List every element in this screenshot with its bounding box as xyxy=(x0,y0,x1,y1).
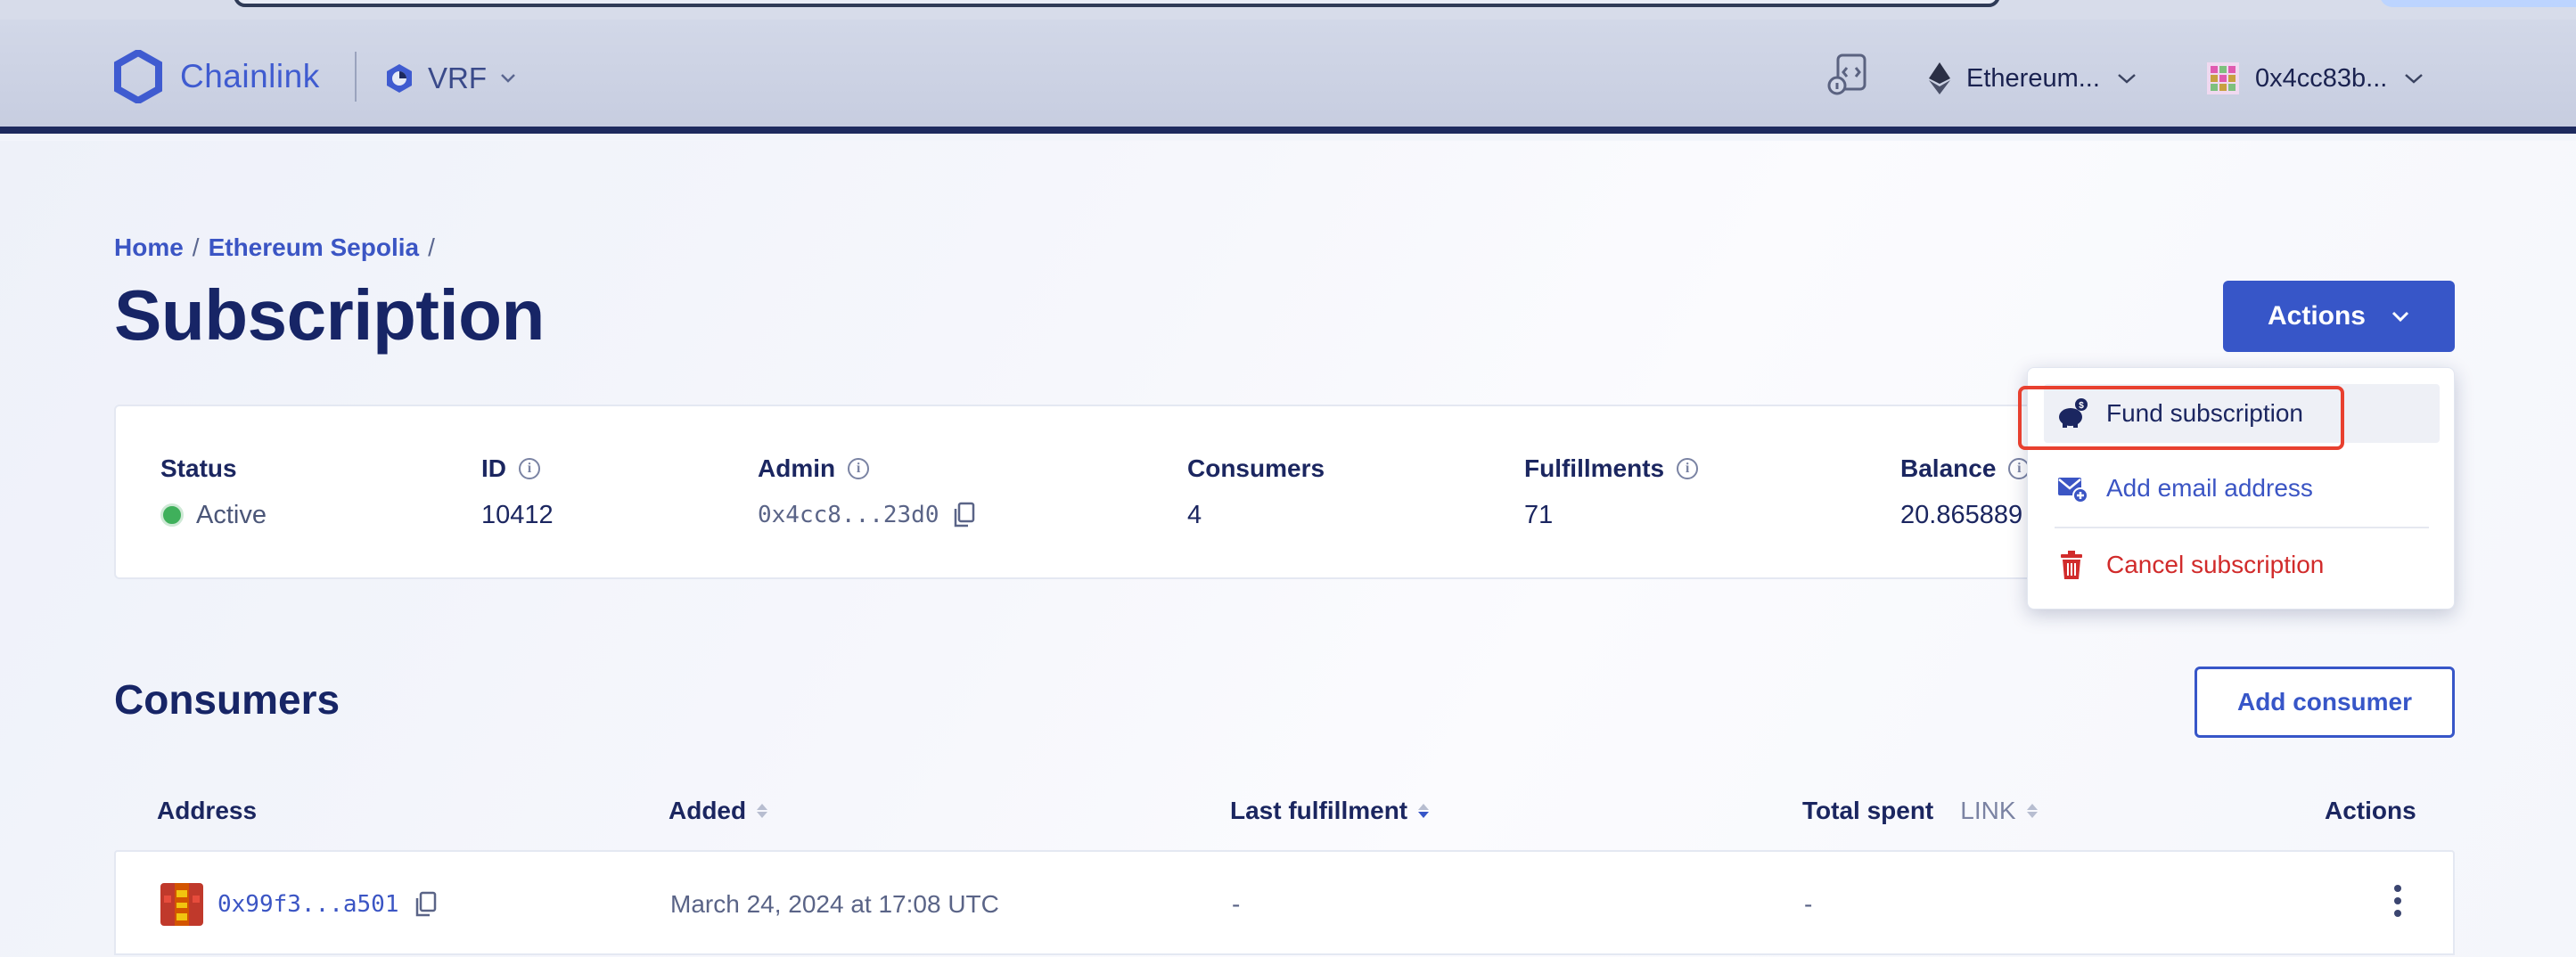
id-field: ID i 10412 xyxy=(481,453,554,531)
network-selector[interactable]: Ethereum... xyxy=(1929,55,2137,102)
breadcrumb-network[interactable]: Ethereum Sepolia xyxy=(209,233,420,262)
brand-logo[interactable]: Chainlink xyxy=(114,50,320,103)
table-row: 0x99f3...a501 March 24, 2024 at 17:08 UT… xyxy=(114,850,2455,955)
status-field: Status Active xyxy=(160,453,267,531)
cell-last-fulfillment: - xyxy=(1232,890,1241,918)
ethereum-icon xyxy=(1929,62,1950,94)
wallet-address: 0x4cc83b... xyxy=(2255,63,2388,93)
sort-icon[interactable] xyxy=(1418,804,1430,818)
network-name: Ethereum... xyxy=(1966,63,2100,93)
column-label: Added xyxy=(669,797,747,824)
column-label: Total spent xyxy=(1802,797,1934,824)
browser-button[interactable] xyxy=(2380,0,2576,7)
chevron-down-icon xyxy=(2118,74,2136,84)
balance-label: Balance xyxy=(1900,454,1997,482)
status-value: Active xyxy=(196,500,267,529)
fulfillments-label: Fulfillments xyxy=(1524,454,1665,482)
admin-label: Admin xyxy=(758,454,836,482)
id-value: 10412 xyxy=(481,500,554,529)
app-root: Chainlink VRF Ethereum... 0x4cc83b... Ho… xyxy=(0,0,2576,957)
menu-item-label: Fund subscription xyxy=(2106,399,2304,427)
consumers-field: Consumers 4 xyxy=(1187,453,1325,531)
info-icon[interactable]: i xyxy=(519,458,540,479)
cell-added: March 24, 2024 at 17:08 UTC xyxy=(670,890,999,918)
breadcrumb: Home / Ethereum Sepolia / xyxy=(114,233,435,262)
menu-item-label: Add email address xyxy=(2106,474,2313,502)
cell-total-spent: - xyxy=(1804,890,1813,918)
browser-chrome xyxy=(0,0,2576,20)
column-header-last-fulfillment[interactable]: Last fulfillment xyxy=(1230,797,1430,825)
consumers-heading: Consumers xyxy=(114,676,340,723)
column-label: Last fulfillment xyxy=(1230,797,1408,824)
piggy-bank-icon: $ xyxy=(2059,398,2088,428)
balance-field: Balance i 20.865889 xyxy=(1900,453,2030,531)
vrf-icon xyxy=(387,64,412,93)
chainlink-hexagon-icon xyxy=(114,50,162,103)
wallet-selector[interactable]: 0x4cc83b... xyxy=(2207,55,2424,102)
svg-text:$: $ xyxy=(2079,401,2084,411)
consumers-label: Consumers xyxy=(1187,454,1325,482)
browser-address-bar[interactable] xyxy=(234,0,2000,7)
breadcrumb-separator: / xyxy=(428,233,435,261)
column-header-actions: Actions xyxy=(2325,797,2416,824)
copy-icon[interactable] xyxy=(414,891,437,918)
admin-field: Admin i 0x4cc8...23d0 xyxy=(758,453,975,531)
actions-button-label: Actions xyxy=(2267,301,2366,331)
product-selector[interactable]: VRF xyxy=(383,55,517,102)
menu-item-add-email[interactable]: Add email address xyxy=(2044,459,2440,518)
mail-plus-icon xyxy=(2058,478,2088,503)
column-header-total-spent[interactable]: Total spent LINK xyxy=(1802,797,2038,825)
consumer-address-link[interactable]: 0x99f3...a501 xyxy=(217,891,399,918)
developer-mode-icon[interactable] xyxy=(1827,52,1870,98)
consumer-avatar xyxy=(160,883,203,926)
sort-icon[interactable] xyxy=(2026,804,2038,818)
product-name: VRF xyxy=(428,61,487,94)
header-divider xyxy=(355,52,357,102)
consumers-table-header: Address Added Last fulfillment Total spe… xyxy=(114,782,2455,850)
menu-item-fund-subscription[interactable]: $ Fund subscription xyxy=(2044,384,2440,443)
menu-divider xyxy=(2055,527,2429,528)
app-header: Chainlink VRF Ethereum... 0x4cc83b... xyxy=(0,20,2576,134)
menu-item-cancel-subscription[interactable]: Cancel subscription xyxy=(2044,536,2440,594)
fulfillments-value: 71 xyxy=(1524,500,1554,529)
page-title: Subscription xyxy=(114,275,545,355)
consumers-value: 4 xyxy=(1187,500,1202,529)
brand-name: Chainlink xyxy=(180,58,320,94)
row-actions-kebab-icon[interactable] xyxy=(2380,879,2416,923)
column-unit: LINK xyxy=(1960,797,2016,824)
status-label: Status xyxy=(160,454,237,482)
breadcrumb-home[interactable]: Home xyxy=(114,233,184,262)
id-label: ID xyxy=(481,454,506,482)
add-consumer-button[interactable]: Add consumer xyxy=(2195,667,2455,738)
breadcrumb-separator: / xyxy=(192,233,200,261)
wallet-avatar xyxy=(2207,62,2239,94)
chevron-down-icon xyxy=(501,74,515,83)
info-icon[interactable]: i xyxy=(848,458,870,479)
sort-icon[interactable] xyxy=(757,804,768,818)
cell-address: 0x99f3...a501 xyxy=(160,882,437,927)
info-icon[interactable]: i xyxy=(1677,458,1699,479)
chevron-down-icon xyxy=(2405,74,2424,84)
trash-icon xyxy=(2061,551,2082,579)
column-header-address: Address xyxy=(157,797,258,824)
actions-dropdown-menu: $ Fund subscription Add email address Ca… xyxy=(2027,367,2455,609)
menu-item-label: Cancel subscription xyxy=(2106,551,2325,578)
balance-value: 20.865889 xyxy=(1900,500,2023,529)
admin-address: 0x4cc8...23d0 xyxy=(758,502,939,528)
chevron-down-icon xyxy=(2391,311,2409,323)
status-indicator xyxy=(160,503,184,527)
column-header-added[interactable]: Added xyxy=(669,797,768,825)
fulfillments-field: Fulfillments i 71 xyxy=(1524,453,1699,531)
copy-icon[interactable] xyxy=(952,502,975,528)
actions-button[interactable]: Actions xyxy=(2223,281,2455,352)
